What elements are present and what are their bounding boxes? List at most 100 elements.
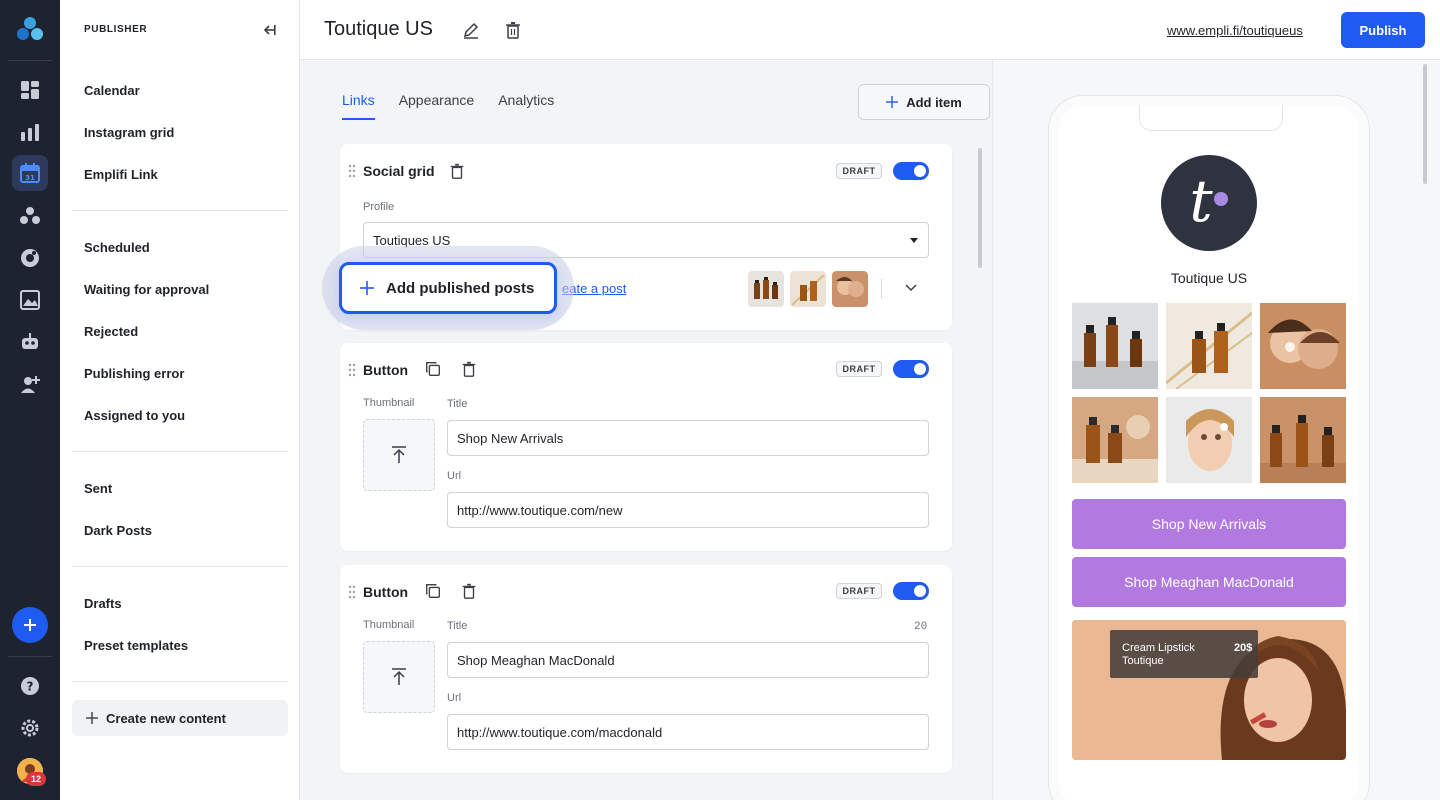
enable-toggle[interactable] (893, 162, 929, 180)
delete-trash-icon[interactable] (448, 162, 466, 180)
title-input[interactable]: Shop New Arrivals (447, 420, 929, 456)
notification-badge: 12 (26, 772, 46, 786)
help-icon[interactable]: ? (18, 674, 42, 698)
chevron-down-icon[interactable] (905, 284, 917, 292)
button-card: Button DRAFT Thumbnail Title 20 Shop Mea… (340, 565, 952, 773)
rail-create-button[interactable] (12, 607, 48, 643)
toutique-logo-icon: t (1189, 173, 1228, 233)
create-new-content-label: Create new content (106, 710, 226, 726)
thumbnail-label: Thumbnail (363, 397, 415, 409)
publish-button[interactable]: Publish (1341, 12, 1425, 48)
thumbnail-upload[interactable] (363, 419, 435, 491)
profile-label: Profile (363, 201, 395, 213)
bot-icon[interactable] (18, 330, 42, 354)
analytics-icon[interactable] (18, 120, 42, 144)
drag-handle-icon[interactable] (348, 363, 356, 377)
sidebar-item-preset-templates[interactable]: Preset templates (84, 638, 188, 653)
sidebar-item-emplifi-link[interactable]: Emplifi Link (84, 167, 158, 182)
grid-image-serums[interactable] (1072, 303, 1158, 389)
title-input[interactable]: Shop Meaghan MacDonald (447, 642, 929, 678)
app-rail: 31 ? 12 (0, 0, 60, 800)
delete-trash-icon[interactable] (503, 20, 523, 40)
tab-analytics[interactable]: Analytics (498, 92, 554, 120)
url-label: Url (447, 470, 462, 482)
sidebar-item-scheduled[interactable]: Scheduled (84, 240, 150, 255)
add-published-posts-button[interactable]: Add published posts (339, 262, 557, 314)
plus-icon (360, 281, 374, 295)
card-title: Button (363, 584, 409, 600)
separator-line (881, 279, 882, 299)
preview-product-card[interactable]: Cream Lipstick Toutique 20$ (1072, 620, 1346, 760)
grid-image-gold-bottles[interactable] (1166, 303, 1252, 389)
content-hub-icon[interactable] (18, 288, 42, 312)
grid-image-bottles-stand[interactable] (1072, 397, 1158, 483)
rail-divider (8, 656, 52, 657)
grid-image-two-women[interactable] (1260, 303, 1346, 389)
edit-pencil-icon[interactable] (461, 20, 481, 40)
title-label: Title (447, 620, 468, 632)
url-label: Url (447, 692, 462, 704)
sidebar-item-drafts[interactable]: Drafts (84, 596, 122, 611)
post-thumbnail-faces[interactable] (832, 271, 868, 307)
grid-image-bottles-tan[interactable] (1260, 397, 1346, 483)
draft-badge: DRAFT (836, 361, 882, 377)
svg-text:31: 31 (25, 174, 35, 182)
sidebar-item-dark-posts[interactable]: Dark Posts (84, 523, 152, 538)
enable-toggle[interactable] (893, 582, 929, 600)
listening-icon[interactable] (18, 246, 42, 270)
sidebar-item-sent[interactable]: Sent (84, 481, 112, 496)
top-bar: Toutique US www.empli.fi/toutiqueus Publ… (300, 0, 1440, 60)
community-icon[interactable] (18, 204, 42, 228)
add-item-button[interactable]: Add item (858, 84, 990, 120)
preview-scrollbar[interactable] (1423, 64, 1427, 184)
post-thumbnail-serums[interactable] (748, 271, 784, 307)
title-label: Title (447, 398, 468, 410)
plus-icon (24, 619, 36, 631)
sidebar-divider (72, 566, 288, 567)
character-counter: 20 (914, 621, 928, 633)
post-thumbnail-bottles[interactable] (790, 271, 826, 307)
sidebar-item-instagram-grid[interactable]: Instagram grid (84, 125, 174, 140)
thumbnail-label: Thumbnail (363, 619, 415, 631)
dashboard-icon[interactable] (18, 78, 42, 102)
svg-text:?: ? (27, 680, 34, 694)
duplicate-icon[interactable] (424, 360, 442, 378)
collapse-sidebar-icon[interactable] (262, 22, 278, 38)
app-logo-icon[interactable] (16, 16, 44, 44)
drag-handle-icon[interactable] (348, 585, 356, 599)
url-input[interactable]: http://www.toutique.com/macdonald (447, 714, 929, 750)
public-link[interactable]: www.empli.fi/toutiqueus (1167, 23, 1303, 38)
settings-gear-icon[interactable] (18, 716, 42, 740)
add-user-icon[interactable] (18, 372, 42, 396)
tab-links[interactable]: Links (342, 92, 375, 120)
preview-link-button[interactable]: Shop Meaghan MacDonald (1072, 557, 1346, 607)
create-new-content-button[interactable]: Create new content (72, 700, 288, 736)
sidebar-item-waiting-for-approval[interactable]: Waiting for approval (84, 282, 209, 297)
phone-frame: t Toutique US Shop New Arrivals Shop Mea… (1049, 96, 1369, 800)
enable-toggle[interactable] (893, 360, 929, 378)
drag-handle-icon[interactable] (348, 164, 356, 178)
delete-trash-icon[interactable] (460, 582, 478, 600)
editor-scrollbar[interactable] (978, 148, 982, 268)
url-input[interactable]: http://www.toutique.com/new (447, 492, 929, 528)
publisher-calendar-icon[interactable]: 31 (18, 161, 42, 185)
preview-link-button[interactable]: Shop New Arrivals (1072, 499, 1346, 549)
duplicate-icon[interactable] (424, 582, 442, 600)
plus-icon (86, 712, 98, 724)
add-published-posts-label: Add published posts (386, 279, 535, 297)
sidebar-item-assigned-to-you[interactable]: Assigned to you (84, 408, 185, 423)
upload-icon (392, 668, 406, 685)
delete-trash-icon[interactable] (460, 360, 478, 378)
tab-appearance[interactable]: Appearance (399, 92, 475, 120)
thumbnail-upload[interactable] (363, 641, 435, 713)
sidebar-divider (72, 451, 288, 452)
sidebar-divider (72, 210, 288, 211)
sidebar-item-publishing-error[interactable]: Publishing error (84, 366, 184, 381)
profile-avatar: t (1161, 155, 1257, 251)
publisher-sidebar: PUBLISHER Calendar Instagram grid Emplif… (60, 0, 300, 800)
sidebar-header: PUBLISHER (84, 24, 148, 35)
sidebar-item-calendar[interactable]: Calendar (84, 83, 140, 98)
grid-image-woman-cream[interactable] (1166, 397, 1252, 483)
sidebar-item-rejected[interactable]: Rejected (84, 324, 138, 339)
product-price: 20$ (1234, 642, 1253, 654)
